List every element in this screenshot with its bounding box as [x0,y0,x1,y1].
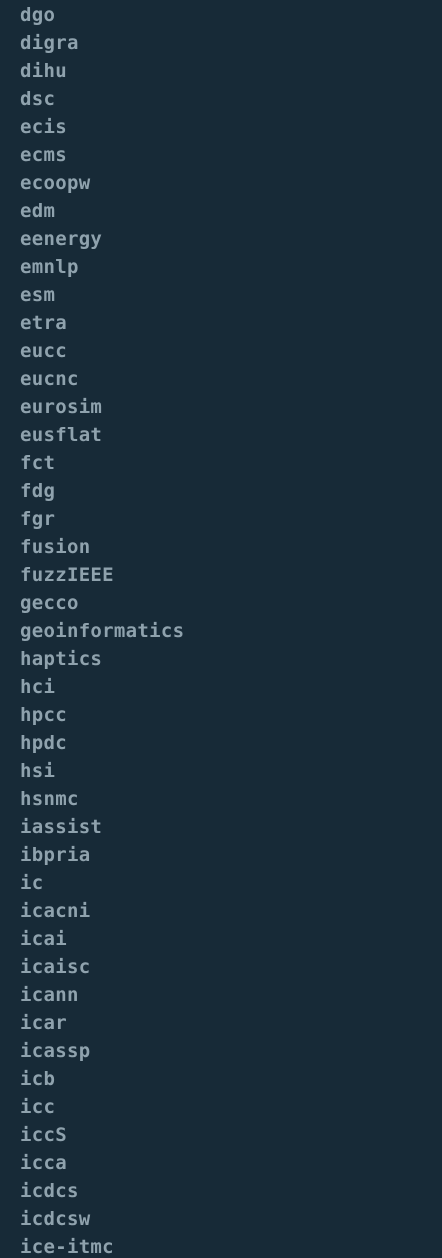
output-line: eurosim [20,396,103,418]
output-line: ecis [20,116,67,138]
output-line: eucc [20,340,67,362]
output-line: icca [20,1152,67,1174]
output-lines: dgo digra dihu dsc ecis ecms ecoopw edm eenergy e… [20,1,184,1258]
output-line: icar [20,1012,67,1034]
output-line: edm [20,200,56,222]
output-line: icaisc [20,956,91,978]
output-line: fusion [20,536,91,558]
output-line: eusflat [20,424,103,446]
output-line: dihu [20,60,67,82]
output-line: ice-itmc [20,1236,114,1258]
output-line: hsnmc [20,788,79,810]
output-line: etra [20,312,67,334]
output-line: dgo [20,4,56,26]
output-line: fgr [20,508,56,530]
output-line: emnlp [20,256,79,278]
output-line: haptics [20,648,103,670]
output-line: digra [20,32,79,54]
output-line: ic [20,872,44,894]
output-line: iccS [20,1124,67,1146]
output-line: gecco [20,592,79,614]
output-line: icacni [20,900,91,922]
output-line: esm [20,284,56,306]
output-line: ibpria [20,844,91,866]
output-line: hpcc [20,704,67,726]
output-line: icassp [20,1040,91,1062]
output-line: icdcs [20,1180,79,1202]
output-line: eenergy [20,228,103,250]
output-line: fdg [20,480,56,502]
output-line: icann [20,984,79,1006]
output-line: fuzzIEEE [20,564,114,586]
output-line: hsi [20,760,56,782]
output-line: icai [20,928,67,950]
output-line: icb [20,1068,56,1090]
output-line: ecoopw [20,172,91,194]
output-line: icdcsw [20,1208,91,1230]
terminal-output[interactable]: dgo digra dihu dsc ecis ecms ecoopw edm eenergy e… [0,0,442,1258]
output-line: ecms [20,144,67,166]
output-line: eucnc [20,368,79,390]
output-line: fct [20,452,56,474]
output-line: dsc [20,88,56,110]
output-line: geoinformatics [20,620,185,642]
output-line: iassist [20,816,103,838]
output-line: hpdc [20,732,67,754]
output-line: hci [20,676,56,698]
output-line: icc [20,1096,56,1118]
